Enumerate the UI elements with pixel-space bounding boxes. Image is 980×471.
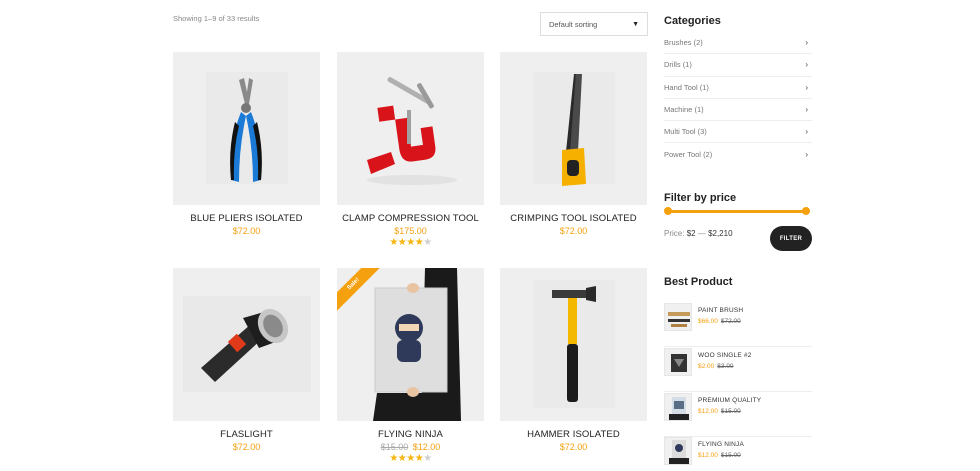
sort-select-value: Default sorting xyxy=(549,19,598,29)
best-product-heading: Best Product xyxy=(664,276,733,288)
saw-image[interactable] xyxy=(500,52,647,205)
best-product-sale-price: $12.00 xyxy=(698,452,718,459)
clamp-image[interactable] xyxy=(337,52,484,205)
ninja-poster-image[interactable]: Sale! xyxy=(337,268,484,421)
category-item-brushes[interactable]: Brushes (2) › xyxy=(664,32,812,55)
sort-select[interactable]: Default sorting ▼ xyxy=(540,12,648,36)
best-product-old-price: $15.00 xyxy=(720,408,741,415)
price-max-handle[interactable] xyxy=(802,207,810,215)
price-range-bar xyxy=(666,210,808,213)
product-title[interactable]: BLUE PLIERS ISOLATED xyxy=(173,213,320,224)
best-product-name[interactable]: PREMIUM QUALITY xyxy=(698,397,761,404)
product-title[interactable]: FLASLIGHT xyxy=(173,429,320,440)
chevron-right-icon: › xyxy=(805,150,808,160)
best-product-item[interactable]: FLYING NINJA $12.00 $15.00 xyxy=(664,437,812,471)
category-label: Power Tool xyxy=(664,150,701,160)
best-product-sale-price: $2.00 xyxy=(698,363,715,370)
premium-quality-thumbnail[interactable] xyxy=(664,393,692,421)
product-price: $72.00 xyxy=(232,442,261,452)
product-title[interactable]: FLYING NINJA xyxy=(337,429,484,440)
product-title[interactable]: HAMMER ISOLATED xyxy=(500,429,647,440)
paint-brush-thumbnail[interactable] xyxy=(664,303,692,331)
category-count: (2) xyxy=(703,150,713,160)
price-range-slider[interactable] xyxy=(664,207,810,215)
category-count: (3) xyxy=(697,127,707,137)
category-count: (1) xyxy=(682,60,692,70)
category-label: Drills xyxy=(664,60,681,70)
product-card[interactable]: Sale! FLYING NINJA $15.00 $12.00 ★★★★★ xyxy=(337,268,484,464)
best-product-price: $12.00 $15.00 xyxy=(698,452,741,459)
hammer-image[interactable] xyxy=(500,268,647,421)
category-list: Brushes (2) › Drills (1) › Hand Tool (1) › … xyxy=(664,32,812,166)
category-label: Machine xyxy=(664,105,693,115)
best-product-price: $12.00 $15.00 xyxy=(698,408,741,415)
category-item-multi-tool[interactable]: Multi Tool (3) › xyxy=(664,121,812,144)
best-product-old-price: $15.00 xyxy=(720,452,741,459)
best-product-name[interactable]: FLYING NINJA xyxy=(698,441,744,448)
flying-ninja-thumbnail[interactable] xyxy=(664,437,692,465)
product-card[interactable]: BLUE PLIERS ISOLATED $72.00 xyxy=(173,52,320,236)
product-title[interactable]: CLAMP COMPRESSION TOOL xyxy=(337,213,484,224)
best-product-sale-price: $66.00 xyxy=(698,318,718,325)
product-price: $175.00 xyxy=(394,226,427,236)
best-product-name[interactable]: WOO SINGLE #2 xyxy=(698,352,752,359)
chevron-down-icon: ▼ xyxy=(632,20,639,28)
product-card[interactable]: FLASLIGHT $72.00 xyxy=(173,268,320,452)
product-price: $15.00 $12.00 xyxy=(337,442,484,452)
product-card[interactable]: CLAMP COMPRESSION TOOL $175.00 ★★★★★ xyxy=(337,52,484,248)
woo-single-thumbnail[interactable] xyxy=(664,348,692,376)
filter-heading: Filter by price xyxy=(664,192,737,204)
chevron-right-icon: › xyxy=(805,60,808,70)
best-product-old-price: $3.00 xyxy=(717,363,734,370)
price-max-value: $2,210 xyxy=(708,229,733,238)
pliers-image[interactable] xyxy=(173,52,320,205)
category-item-hand-tool[interactable]: Hand Tool (1) › xyxy=(664,77,812,99)
categories-heading: Categories xyxy=(664,15,721,27)
category-item-power-tool[interactable]: Power Tool (2) › xyxy=(664,143,812,165)
product-card[interactable]: CRIMPING TOOL ISOLATED $72.00 xyxy=(500,52,647,236)
category-label: Hand Tool xyxy=(664,82,698,92)
product-title[interactable]: CRIMPING TOOL ISOLATED xyxy=(500,213,647,224)
rating-stars: ★★★★★ xyxy=(389,453,432,464)
result-count: Showing 1–9 of 33 results xyxy=(173,14,260,23)
product-price: $72.00 xyxy=(232,226,261,236)
category-count: (1) xyxy=(699,82,709,92)
category-label: Multi Tool xyxy=(664,127,696,137)
best-product-item[interactable]: PREMIUM QUALITY $12.00 $15.00 xyxy=(664,393,812,437)
product-price: $72.00 xyxy=(559,226,588,236)
category-label: Brushes xyxy=(664,38,692,48)
product-card[interactable]: HAMMER ISOLATED $72.00 xyxy=(500,268,647,452)
price-min-value: $2 xyxy=(686,229,696,238)
price-min-handle[interactable] xyxy=(664,207,672,215)
product-sale-price: $12.00 xyxy=(412,442,441,452)
best-product-sale-price: $12.00 xyxy=(698,408,718,415)
category-count: (1) xyxy=(694,105,704,115)
best-product-price: $2.00 $3.00 xyxy=(698,363,734,370)
best-product-old-price: $72.00 xyxy=(720,318,741,325)
rating-stars: ★★★★★ xyxy=(389,237,432,248)
chevron-right-icon: › xyxy=(805,38,808,48)
best-product-name[interactable]: PAINT BRUSH xyxy=(698,307,743,314)
price-range-label: Price: $2 — $2,210 xyxy=(664,229,733,238)
price-prefix: Price: xyxy=(664,229,685,238)
chevron-right-icon: › xyxy=(805,82,808,92)
best-product-item[interactable]: PAINT BRUSH $66.00 $72.00 xyxy=(664,303,812,347)
category-count: (2) xyxy=(693,38,703,48)
best-product-price: $66.00 $72.00 xyxy=(698,318,741,325)
product-price: $72.00 xyxy=(559,442,588,452)
flashlight-image[interactable] xyxy=(173,268,320,421)
filter-button[interactable]: FILTER xyxy=(770,226,812,251)
category-item-machine[interactable]: Machine (1) › xyxy=(664,99,812,122)
price-separator: — xyxy=(697,229,706,238)
chevron-right-icon: › xyxy=(805,127,808,137)
chevron-right-icon: › xyxy=(805,105,808,115)
best-product-item[interactable]: WOO SINGLE #2 $2.00 $3.00 xyxy=(664,348,812,392)
product-old-price: $15.00 xyxy=(380,442,409,452)
category-item-drills[interactable]: Drills (1) › xyxy=(664,54,812,77)
